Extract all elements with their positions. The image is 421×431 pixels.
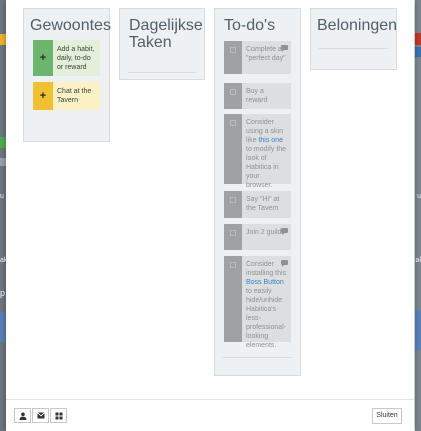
inbox-button[interactable] xyxy=(32,408,49,423)
background-strip xyxy=(415,33,421,45)
column-divider xyxy=(223,357,292,358)
comment-icon xyxy=(281,260,288,267)
rewards-title: Beloningen xyxy=(317,17,398,34)
todo-text: Complete a "perfect day" xyxy=(246,46,286,62)
tasks-modal: Gewoontes + Add a habit, daily, to-do or… xyxy=(6,0,414,431)
background-text: p xyxy=(0,288,6,298)
todo-item[interactable]: Say "Hi" at the Tavern xyxy=(224,191,291,218)
todo-item[interactable]: Consider using a skin like this one to m… xyxy=(224,114,291,189)
habits-column: Gewoontes + Add a habit, daily, to-do or… xyxy=(23,8,111,142)
todos-title: To-do's xyxy=(224,17,276,34)
todo-checkbox[interactable] xyxy=(224,224,242,250)
footer-divider xyxy=(6,399,414,400)
todo-text: to easily hide/unhide Habitica's less-pr… xyxy=(246,288,287,349)
column-divider xyxy=(319,48,388,49)
checkbox-icon xyxy=(230,89,236,95)
background-strip xyxy=(415,310,421,350)
todo-item[interactable]: Complete a "perfect day" xyxy=(224,41,291,74)
todo-text: to modify the look of Habitica in your b… xyxy=(246,146,287,189)
background-text: u xyxy=(0,193,4,200)
apps-button[interactable] xyxy=(50,408,67,423)
mail-icon xyxy=(36,412,45,419)
checkbox-icon xyxy=(230,262,236,268)
checkbox-icon xyxy=(230,197,236,203)
habit-item[interactable]: + Chat at the Tavern xyxy=(33,82,100,110)
plus-button[interactable]: + xyxy=(33,40,53,76)
plus-icon: + xyxy=(39,90,47,102)
habit-text: Add a habit, daily, to-do or reward xyxy=(53,40,100,76)
skin-link[interactable]: this one xyxy=(258,137,283,144)
column-divider xyxy=(128,72,196,73)
background-text: al xyxy=(415,257,421,264)
background-app-right xyxy=(415,0,421,431)
todo-item[interactable]: Join 2 guilds xyxy=(224,224,291,250)
profile-button[interactable] xyxy=(14,408,31,423)
checkbox-icon xyxy=(230,230,236,236)
dailies-title: Dagelijkse Taken xyxy=(129,17,203,51)
checkbox-icon xyxy=(230,47,236,53)
todo-checkbox[interactable] xyxy=(224,191,242,218)
habit-item[interactable]: + Add a habit, daily, to-do or reward xyxy=(33,40,100,76)
todo-checkbox[interactable] xyxy=(224,41,242,74)
grid-icon xyxy=(55,412,62,419)
todo-item[interactable]: Buy a reward xyxy=(224,83,291,109)
boss-button-link[interactable]: Boss Button xyxy=(246,279,284,286)
todo-text: Say "Hi" at the Tavern xyxy=(246,196,280,212)
close-button[interactable]: Sluiten xyxy=(372,408,402,424)
todo-item[interactable]: Consider installing this Boss Button to … xyxy=(224,256,291,349)
habits-title: Gewoontes xyxy=(30,17,111,34)
background-strip xyxy=(415,47,421,57)
todo-checkbox[interactable] xyxy=(224,256,242,342)
user-icon xyxy=(19,412,26,420)
plus-button[interactable]: + xyxy=(33,82,53,110)
todos-column: To-do's Complete a "perfect day" Buy a r… xyxy=(214,8,301,376)
todo-checkbox[interactable] xyxy=(224,83,242,109)
todo-checkbox[interactable] xyxy=(224,114,242,184)
plus-icon: + xyxy=(39,52,47,64)
habit-text: Chat at the Tavern xyxy=(53,82,100,110)
dailies-column: Dagelijkse Taken xyxy=(119,8,205,80)
comment-icon xyxy=(281,45,288,52)
checkbox-icon xyxy=(230,120,236,126)
todo-text: Buy a reward xyxy=(246,88,268,104)
rewards-column: Beloningen xyxy=(310,8,397,70)
todo-text: Join 2 guilds xyxy=(246,229,285,236)
background-text: u xyxy=(417,193,421,200)
comment-icon xyxy=(281,228,288,235)
